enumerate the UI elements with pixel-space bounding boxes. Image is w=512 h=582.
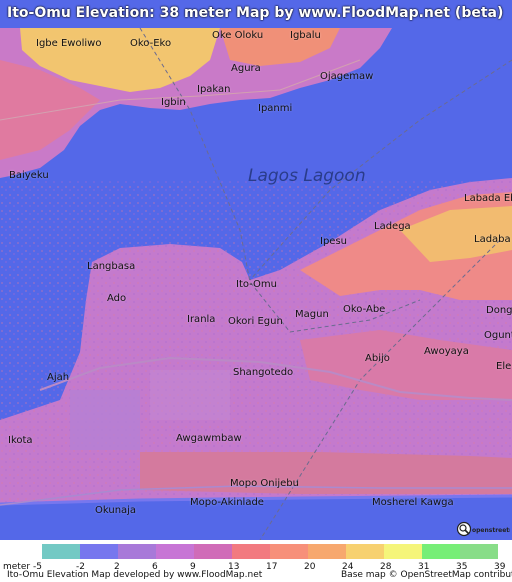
page-title: Ito-Omu Elevation: 38 meter Map by www.F… xyxy=(7,5,504,21)
legend-tick-label: 20 xyxy=(304,562,316,572)
place-awgawmbaw[interactable]: Awgawmbaw xyxy=(176,433,242,444)
legend-swatch xyxy=(194,544,232,559)
legend-tick-label: 17 xyxy=(266,562,278,572)
legend-swatch xyxy=(156,544,194,559)
legend-swatch xyxy=(270,544,308,559)
place-igbe-ewoliwo[interactable]: Igbe Ewoliwo xyxy=(36,38,101,49)
legend-swatch xyxy=(460,544,498,559)
place-mosherel-kawga[interactable]: Mosherel Kawga xyxy=(372,497,454,508)
legend-swatch xyxy=(384,544,422,559)
place-oko-eko[interactable]: Oko-Eko xyxy=(130,38,171,49)
place-magun[interactable]: Magun xyxy=(295,309,329,320)
place-shangotedo[interactable]: Shangotedo xyxy=(233,367,293,378)
footer-credit: Ito-Omu Elevation Map developed by www.F… xyxy=(7,570,263,580)
place-igbalu[interactable]: Igbalu xyxy=(290,30,321,41)
osm-logo-text: openstreetmap xyxy=(472,527,510,534)
place-ikota[interactable]: Ikota xyxy=(8,435,33,446)
elevation-legend: meter -5 -2 2 6 9 13 17 20 24 28 31 35 39 Ito-Omu Ele… xyxy=(0,540,512,582)
legend-swatch xyxy=(80,544,118,559)
place-oke-oloku[interactable]: Oke Oloku xyxy=(212,30,263,41)
place-agura[interactable]: Agura xyxy=(231,63,261,74)
footer-basemap: Base map © OpenStreetMap contributors xyxy=(341,570,512,580)
place-ado[interactable]: Ado xyxy=(107,293,126,304)
legend-swatch xyxy=(42,544,80,559)
place-mopo-onijebu[interactable]: Mopo Onijebu xyxy=(230,478,299,489)
legend-swatch xyxy=(232,544,270,559)
place-ladaba[interactable]: Ladaba xyxy=(474,234,511,245)
place-ito-omu[interactable]: Ito-Omu xyxy=(236,279,277,290)
elevation-map[interactable] xyxy=(0,0,512,540)
place-abijo[interactable]: Abijo xyxy=(365,353,390,364)
place-ogunt[interactable]: Ogunt xyxy=(484,330,512,341)
place-ajah[interactable]: Ajah xyxy=(47,372,69,383)
place-ipesu[interactable]: Ipesu xyxy=(320,236,347,247)
place-ladega[interactable]: Ladega xyxy=(374,221,411,232)
place-langbasa[interactable]: Langbasa xyxy=(87,261,135,272)
place-ojagemaw[interactable]: Ojagemaw xyxy=(320,71,373,82)
legend-swatch xyxy=(308,544,346,559)
place-okori-egun[interactable]: Okori Egun xyxy=(228,316,283,327)
place-dong[interactable]: Dong xyxy=(486,305,512,316)
place-baiyeku[interactable]: Baiyeku xyxy=(9,170,49,181)
legend-swatch xyxy=(346,544,384,559)
place-igbin[interactable]: Igbin xyxy=(161,97,186,108)
place-awoyaya[interactable]: Awoyaya xyxy=(424,346,469,357)
place-ele[interactable]: Ele xyxy=(496,361,511,372)
ajah-grid xyxy=(70,390,140,450)
place-okunaja: Okunaja xyxy=(95,505,137,516)
place-ipakan[interactable]: Ipakan xyxy=(197,84,231,95)
legend-swatch xyxy=(422,544,460,559)
water-label-lagos-lagoon: Lagos Lagoon xyxy=(248,166,366,186)
place-mopo-akinlade[interactable]: Mopo-Akinlade xyxy=(190,497,264,508)
place-iranla[interactable]: Iranla xyxy=(187,314,215,325)
place-labada-eb[interactable]: Labada Eb xyxy=(464,193,512,204)
legend-swatch xyxy=(118,544,156,559)
place-oko-abe[interactable]: Oko-Abe xyxy=(343,304,385,315)
openstreetmap-logo-icon: openstreetmap xyxy=(456,521,510,537)
place-ipanmi[interactable]: Ipanmi xyxy=(258,103,292,114)
shangotedo-grid xyxy=(150,370,230,420)
